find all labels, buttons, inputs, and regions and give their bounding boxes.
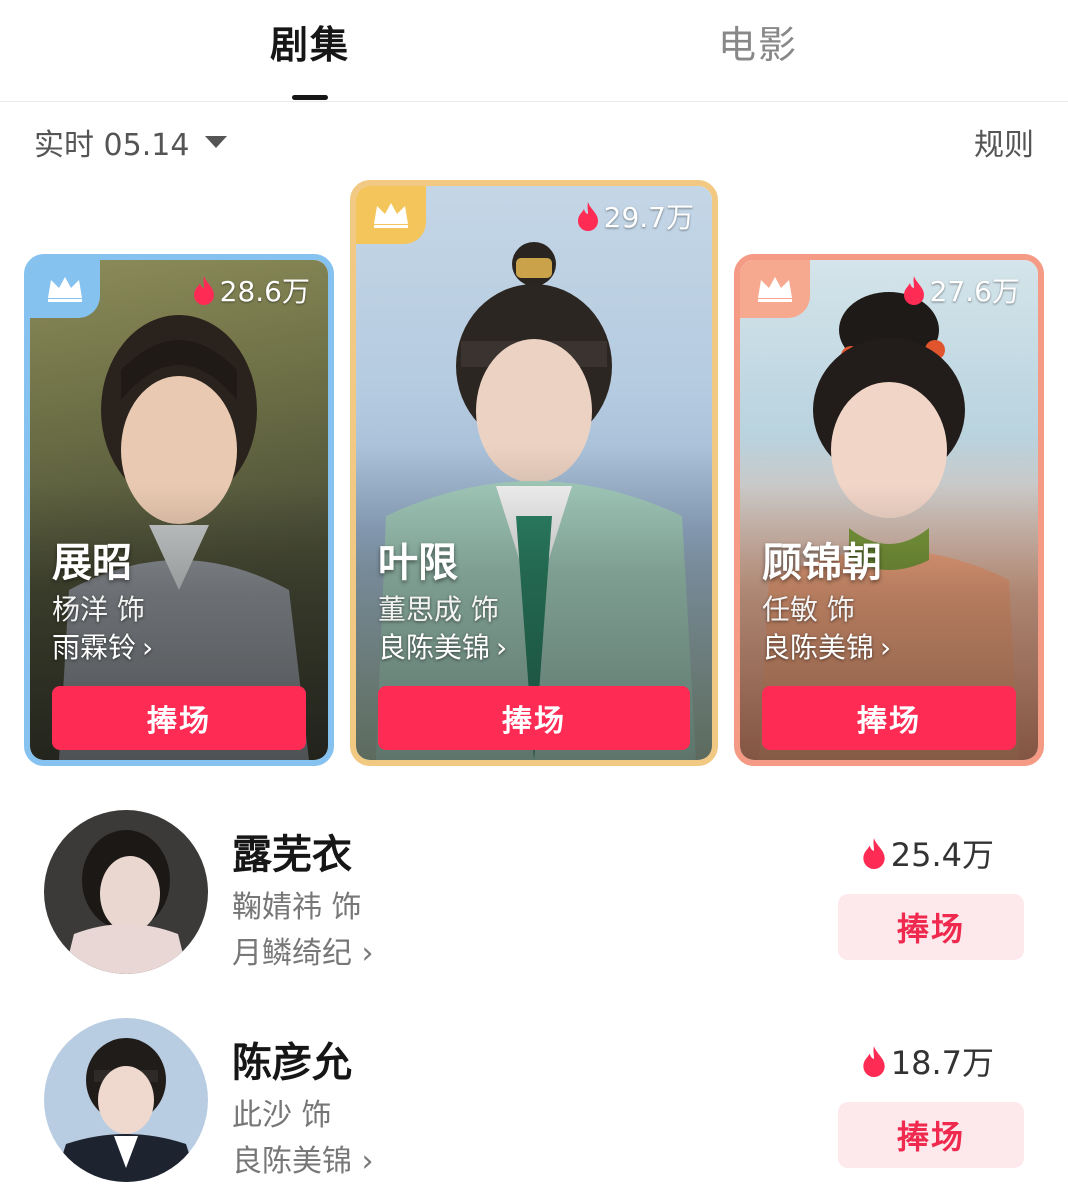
chevron-right-icon: › (142, 631, 154, 664)
heat-value: 28.6万 (192, 270, 310, 310)
heat-value: 27.6万 (902, 270, 1020, 310)
rank-card-1[interactable]: 29.7万 叶限 董思成 饰 良陈美锦 › 捧场 (350, 180, 718, 766)
crown-icon (374, 203, 408, 228)
show-link[interactable]: 月鳞绮纪 › (232, 928, 374, 972)
show-link[interactable]: 良陈美锦 › (762, 626, 891, 666)
date-label: 实时 05.14 (34, 128, 190, 163)
character-name: 叶限 (378, 540, 458, 586)
rules-link[interactable]: 规则 (974, 120, 1034, 164)
support-button[interactable]: 捧场 (52, 686, 306, 750)
character-name: 顾锦朝 (762, 540, 882, 586)
actor-name: 任敏 饰 (762, 593, 855, 626)
heat-value: 18.7万 (861, 1038, 994, 1084)
chevron-right-icon: › (361, 936, 374, 971)
support-button[interactable]: 捧场 (838, 894, 1024, 960)
character-name: 陈彦允 (232, 1040, 352, 1086)
fire-icon (577, 202, 598, 231)
actor-name: 鞠婧祎 饰 (232, 890, 362, 925)
fire-icon (863, 1046, 885, 1077)
support-button[interactable]: 捧场 (838, 1102, 1024, 1168)
rank-card-3[interactable]: 27.6万 顾锦朝 任敏 饰 良陈美锦 › 捧场 (734, 254, 1044, 766)
rank-card-2[interactable]: 28.6万 展昭 杨洋 饰 雨霖铃 › 捧场 (24, 254, 334, 766)
crown-badge (356, 186, 426, 244)
fire-icon (903, 276, 924, 305)
crown-icon (758, 277, 792, 302)
caret-down-icon (205, 136, 228, 148)
list-item[interactable]: 露芜衣 鞠婧祎 饰 月鳞绮纪 › 25.4万 捧场 (0, 810, 1068, 990)
avatar[interactable] (44, 1018, 208, 1182)
crown-badge (30, 260, 100, 318)
top-tab-bar: 剧集 电影 (0, 0, 1068, 102)
heat-value: 25.4万 (861, 830, 994, 876)
list-item[interactable]: 陈彦允 此沙 饰 良陈美锦 › 18.7万 捧场 (0, 1018, 1068, 1198)
show-link[interactable]: 良陈美锦 › (378, 626, 507, 666)
actor-name: 董思成 饰 (378, 593, 499, 626)
fire-icon (193, 276, 214, 305)
actor-name: 此沙 饰 (232, 1098, 332, 1133)
chevron-right-icon: › (496, 631, 508, 664)
show-link[interactable]: 雨霖铃 › (52, 626, 153, 666)
date-selector[interactable]: 实时 05.14 (34, 120, 228, 164)
tab-movies[interactable]: 电影 (718, 14, 798, 69)
chevron-right-icon: › (880, 631, 892, 664)
show-link[interactable]: 良陈美锦 › (232, 1136, 374, 1180)
support-button[interactable]: 捧场 (378, 686, 690, 750)
avatar[interactable] (44, 810, 208, 974)
character-name: 露芜衣 (232, 832, 352, 878)
crown-badge (740, 260, 810, 318)
active-tab-indicator (292, 95, 328, 100)
tab-series[interactable]: 剧集 (270, 14, 350, 69)
actor-name: 杨洋 饰 (52, 593, 145, 626)
heat-value: 29.7万 (576, 196, 694, 236)
fire-icon (863, 838, 885, 869)
ranking-subheader: 实时 05.14 规则 (0, 120, 1068, 164)
crown-icon (48, 277, 82, 302)
character-name: 展昭 (52, 540, 132, 586)
chevron-right-icon: › (361, 1144, 374, 1179)
support-button[interactable]: 捧场 (762, 686, 1016, 750)
